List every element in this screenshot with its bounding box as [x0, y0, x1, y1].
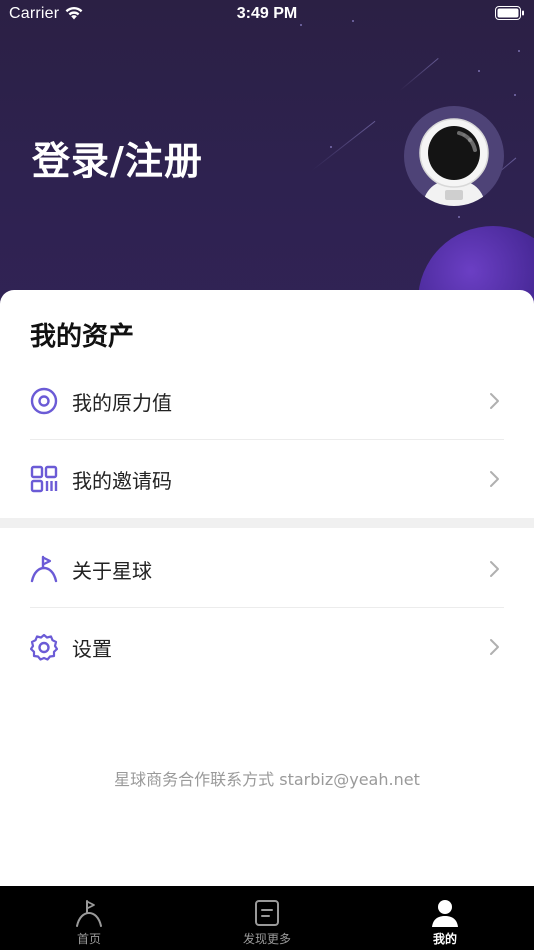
gear-icon: [30, 633, 58, 661]
invite-code-label: 我的邀请码: [72, 468, 172, 493]
planet-flag-icon: [74, 898, 104, 928]
battery-icon: [495, 6, 525, 25]
star-decoration: [518, 50, 520, 52]
login-register-link[interactable]: 登录/注册: [32, 130, 203, 185]
shooting-star-decoration: [399, 57, 439, 91]
invite-code-row[interactable]: 我的邀请码: [30, 440, 504, 518]
tab-discover-label: 发现更多: [242, 932, 291, 946]
star-decoration: [458, 216, 460, 218]
about-planet-row[interactable]: 关于星球: [30, 530, 504, 608]
status-bar: Carrier 3:49 PM: [0, 0, 534, 28]
person-icon: [430, 898, 460, 928]
tab-home[interactable]: 首页: [34, 886, 144, 950]
tab-home-label: 首页: [76, 932, 101, 946]
tab-mine[interactable]: 我的: [390, 886, 500, 950]
tab-mine-label: 我的: [432, 932, 457, 946]
avatar[interactable]: [404, 106, 504, 206]
tab-discover[interactable]: 发现更多: [212, 886, 322, 950]
profile-header: Carrier 3:49 PM 登录/注册: [0, 0, 534, 330]
shooting-star-decoration: [311, 120, 376, 171]
settings-label: 设置: [72, 636, 112, 661]
chevron-right-icon: [488, 391, 502, 411]
settings-row[interactable]: 设置: [30, 608, 504, 686]
section-separator: [0, 518, 534, 528]
chevron-right-icon: [488, 559, 502, 579]
astronaut-icon: [419, 118, 489, 206]
chevron-right-icon: [488, 637, 502, 657]
about-planet-label: 关于星球: [72, 558, 152, 583]
planet-flag-icon: [30, 555, 58, 583]
content-card: 我的资产 我的原力值 我的邀请码 关于星球 设置 星球商务合作联系方式 star…: [0, 290, 534, 886]
tab-bar: 首页 发现更多 我的: [0, 886, 534, 950]
star-decoration: [478, 70, 480, 72]
document-icon: [252, 898, 282, 928]
force-value-row[interactable]: 我的原力值: [30, 362, 504, 440]
force-value-icon: [30, 387, 58, 415]
star-decoration: [330, 146, 332, 148]
chevron-right-icon: [488, 469, 502, 489]
qr-code-icon: [30, 465, 58, 493]
status-time: 3:49 PM: [236, 5, 298, 22]
assets-section-title: 我的资产: [30, 322, 135, 352]
star-decoration: [514, 94, 516, 96]
business-contact-text: 星球商务合作联系方式 starbiz@yeah.net: [114, 770, 420, 789]
force-value-label: 我的原力值: [72, 390, 172, 415]
